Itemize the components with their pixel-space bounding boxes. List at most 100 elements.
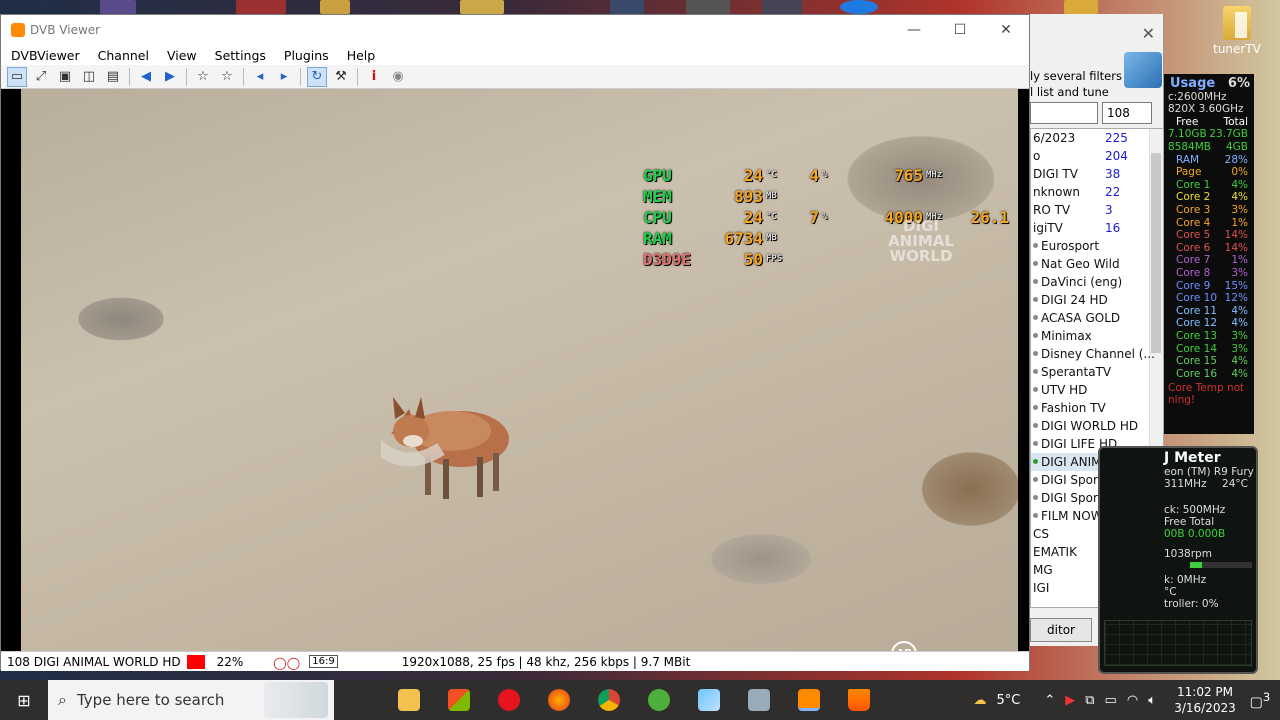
taskbar-firefox[interactable] — [534, 680, 584, 720]
back-icon[interactable]: ◀ — [136, 67, 156, 87]
taskbar-store[interactable] — [434, 680, 484, 720]
dvbviewer-app-icon — [11, 23, 25, 37]
channel-number-input[interactable]: 108 — [1102, 102, 1152, 124]
gpu-clock: 311MHz — [1164, 478, 1207, 490]
title-bar[interactable]: DVB Viewer — ☐ ✕ — [1, 15, 1029, 45]
menu-dvbviewer[interactable]: DVBViewer — [11, 48, 80, 63]
chevron-up-icon[interactable]: ⌃ — [1044, 693, 1055, 708]
channel-name: 6/2023 — [1033, 131, 1076, 145]
wifi-icon[interactable]: ◠ — [1127, 693, 1138, 708]
group-item[interactable]: igiTV 16 — [1031, 219, 1163, 237]
menu-channel[interactable]: Channel — [98, 48, 149, 63]
device-icon[interactable]: ⧉ — [1085, 693, 1094, 708]
favorite-add-icon[interactable]: ☆ — [217, 67, 237, 87]
taskbar-chrome[interactable] — [584, 680, 634, 720]
channel-item[interactable]: DaVinci (eng) — [1031, 273, 1163, 291]
osd-value: 24 — [743, 166, 763, 185]
cpu-usage-gadget: Usage 6% c:2600MHz 820X 3.60GHz Free Total… — [1164, 74, 1254, 434]
close-icon[interactable]: ✕ — [1142, 24, 1155, 43]
filter-input[interactable] — [1030, 102, 1098, 124]
menu-plugins[interactable]: Plugins — [284, 48, 329, 63]
editor-button[interactable]: ditor — [1030, 618, 1092, 642]
taskbar-paint[interactable] — [684, 680, 734, 720]
taskbar-opera[interactable] — [484, 680, 534, 720]
channel-item[interactable]: Disney Channel (... — [1031, 345, 1163, 363]
menu-view[interactable]: View — [167, 48, 197, 63]
menu-help[interactable]: Help — [347, 48, 376, 63]
minimize-icon[interactable]: — — [891, 15, 937, 45]
refresh-icon[interactable]: ↻ — [307, 66, 327, 87]
weather-icon[interactable]: ☁ — [973, 693, 986, 708]
channel-name: ACASA GOLD — [1041, 311, 1121, 325]
core-name: Core 15 — [1176, 355, 1218, 368]
taskbar-network[interactable] — [734, 680, 784, 720]
toolbar-separator — [300, 67, 301, 86]
channel-item[interactable]: UTV HD — [1031, 381, 1163, 399]
taskbar-explorer[interactable] — [384, 680, 434, 720]
maximize-icon[interactable]: ☐ — [937, 15, 983, 45]
menu-settings[interactable]: Settings — [215, 48, 266, 63]
channel-dot-icon — [1033, 423, 1038, 428]
start-button[interactable]: ⊞ — [0, 680, 48, 720]
channel-count: 225 — [1105, 131, 1128, 145]
core-row: Core 16 4% — [1164, 368, 1254, 381]
taskbar-vlc[interactable] — [834, 680, 884, 720]
forward-icon[interactable]: ▶ — [160, 67, 180, 87]
tv-icon[interactable]: ▣ — [55, 67, 75, 87]
channel-item[interactable]: SperantaTV — [1031, 363, 1163, 381]
channel-item[interactable]: DIGI WORLD HD — [1031, 417, 1163, 435]
osd-unit — [923, 186, 949, 207]
volume-down-icon[interactable]: ◂ — [250, 67, 270, 87]
channel-item[interactable]: Eurosport — [1031, 237, 1163, 255]
volume-up-icon[interactable]: ▸ — [274, 67, 294, 87]
snapshot-icon[interactable]: ◫ — [79, 67, 99, 87]
clock[interactable]: 11:02 PM 3/16/2023 — [1170, 684, 1240, 716]
notification-button[interactable]: ▢3 — [1240, 690, 1280, 711]
mem-total: 23.7GB — [1209, 128, 1248, 141]
channel-item[interactable]: Fashion TV — [1031, 399, 1163, 417]
channel-dot-icon — [1033, 351, 1038, 356]
record-icon[interactable]: ◉ — [388, 67, 408, 87]
channel-name: Minimax — [1041, 329, 1092, 343]
desktop-icon-strip — [460, 0, 504, 14]
channel-item[interactable]: DIGI 24 HD — [1031, 291, 1163, 309]
core-row: RAM 28% — [1164, 154, 1254, 167]
taskbar-utorrent[interactable] — [634, 680, 684, 720]
group-item[interactable]: DIGI TV 38 — [1031, 165, 1163, 183]
group-item[interactable]: RO TV 3 — [1031, 201, 1163, 219]
group-item[interactable]: 6/2023 225 — [1031, 129, 1163, 147]
display-icon[interactable]: ▭ — [1105, 693, 1117, 708]
channel-item[interactable]: ACASA GOLD — [1031, 309, 1163, 327]
record-icon[interactable]: ◯◯ — [273, 656, 300, 670]
status-aspect[interactable]: 16:9 — [309, 655, 338, 668]
cpu-clock: c:2600MHz — [1168, 91, 1227, 103]
channel-item[interactable]: Minimax — [1031, 327, 1163, 345]
media-icon[interactable]: ▶ — [1065, 693, 1075, 708]
volume-icon[interactable]: 🔈︎ — [1148, 693, 1156, 708]
channel-dot-icon — [1033, 369, 1038, 374]
fullscreen-icon[interactable]: ▭ — [7, 66, 27, 87]
core-list: RAM 28% Page 0% Core 1 4% Core 2 4% Core 3 3% Core… — [1164, 154, 1254, 381]
desktop-folder-tunertv[interactable]: tunerTV — [1206, 6, 1268, 56]
gpu-mem-head: Free Total — [1164, 516, 1215, 528]
group-item[interactable]: nknown 22 — [1031, 183, 1163, 201]
task-view-button[interactable] — [334, 680, 384, 720]
status-channel: 108 DIGI ANIMAL WORLD HD — [7, 654, 181, 669]
channel-item[interactable]: Nat Geo Wild — [1031, 255, 1163, 273]
group-item[interactable]: o 204 — [1031, 147, 1163, 165]
network-icon — [748, 689, 770, 711]
tools-icon[interactable]: ⚒ — [331, 67, 351, 87]
expand-icon[interactable]: ⤢ — [31, 67, 51, 87]
info-icon[interactable]: i — [364, 67, 384, 87]
epg-icon[interactable]: ▤ — [103, 67, 123, 87]
close-icon[interactable]: ✕ — [983, 15, 1029, 45]
video-area[interactable]: GPU 24 °C 4% 765 MHz MEM 893 MB CPU 24 °C 7% 4000 MHz 2… — [21, 89, 1018, 651]
core-name: Core 6 — [1176, 241, 1211, 254]
core-name: Core 12 — [1176, 317, 1218, 330]
weather-temp[interactable]: 5°C — [996, 693, 1020, 708]
favorite-icon[interactable]: ☆ — [193, 67, 213, 87]
search-box[interactable]: ⌕ Type here to search — [48, 680, 334, 720]
taskbar-dvbviewer[interactable] — [784, 680, 834, 720]
osd-unit — [819, 186, 845, 207]
channel-dot-icon — [1033, 279, 1038, 284]
